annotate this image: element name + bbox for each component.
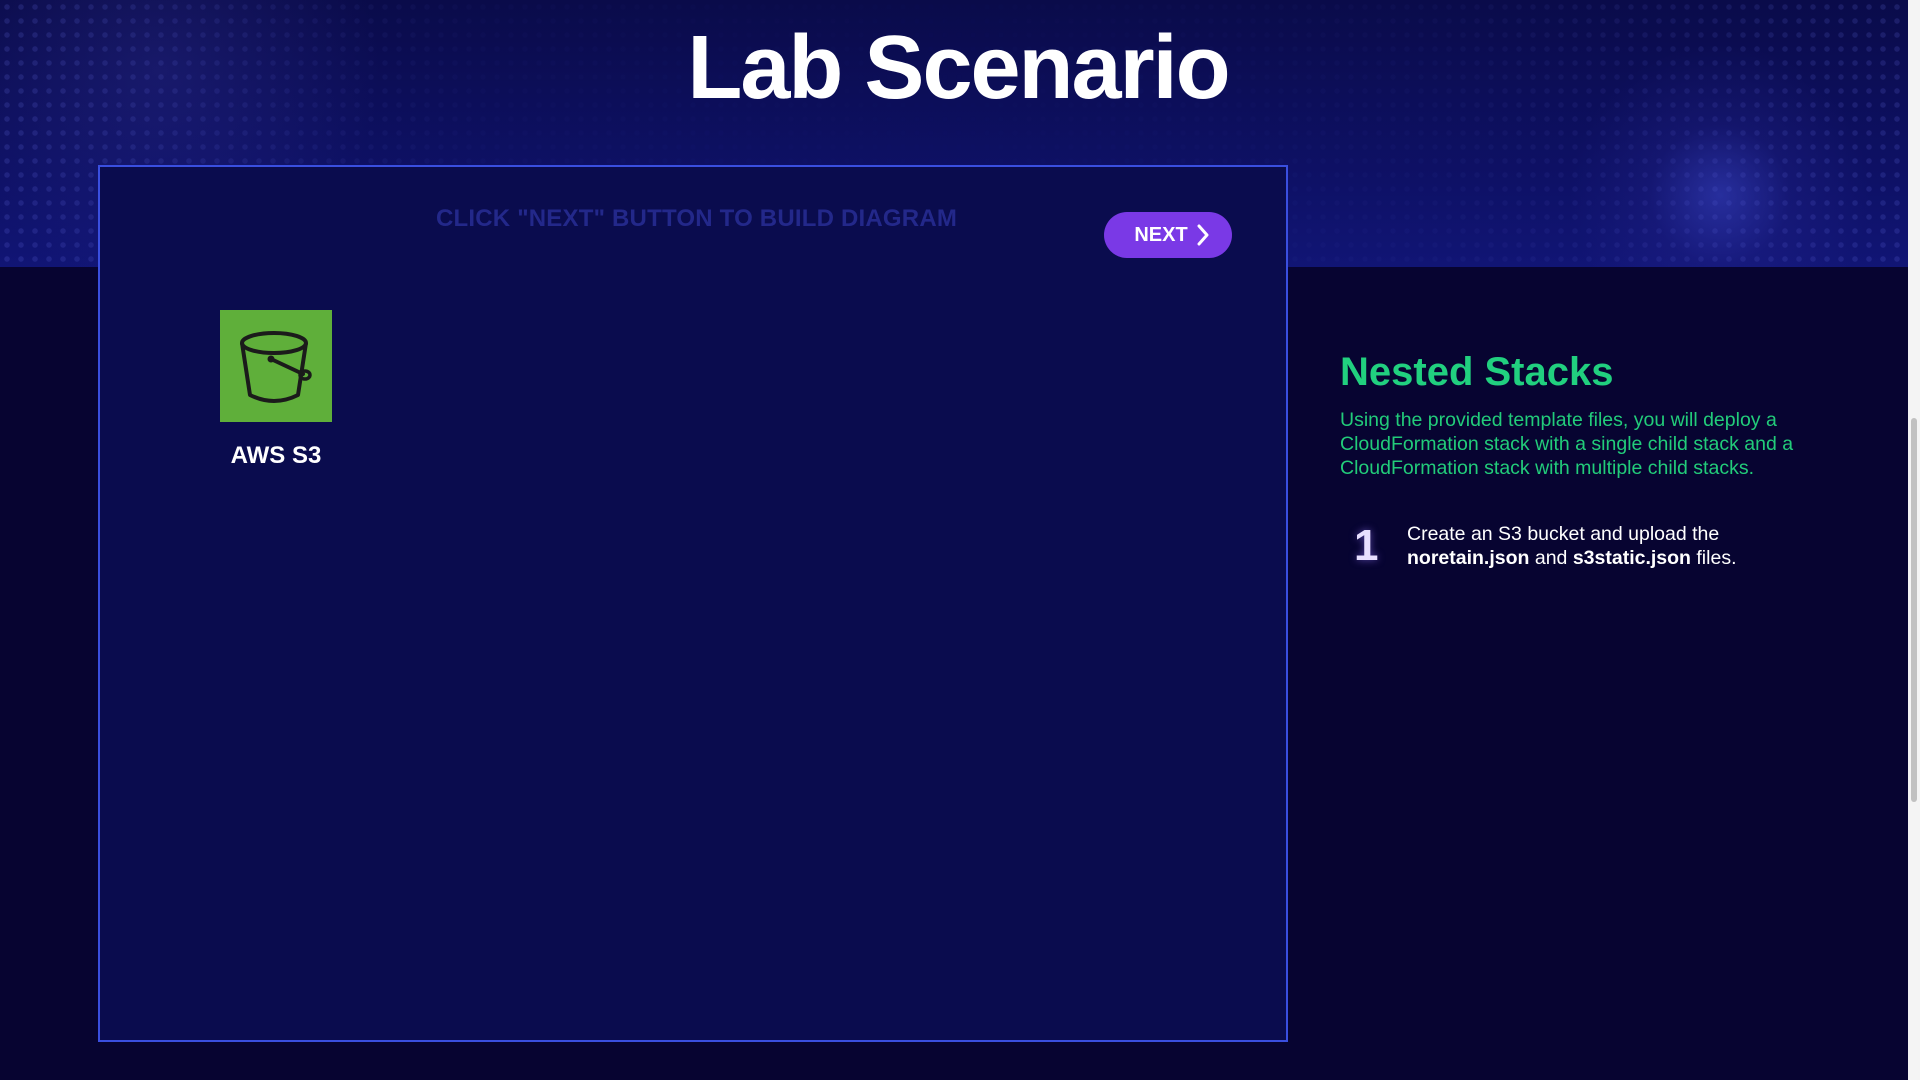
step-item: 1 Create an S3 bucket and upload the nore… bbox=[1340, 521, 1880, 582]
step-text: Create an S3 bucket and upload the noreta… bbox=[1407, 522, 1847, 570]
step-file-noretain: noretain.json bbox=[1407, 547, 1530, 569]
step-text-joiner: and bbox=[1534, 547, 1568, 569]
s3-bucket-icon bbox=[220, 310, 332, 422]
diagram-panel: CLICK "NEXT" BUTTON TO BUILD DIAGRAM NEX… bbox=[98, 165, 1288, 1042]
page-title: Lab Scenario bbox=[687, 18, 1230, 118]
page-scrollbar-thumb[interactable] bbox=[1911, 418, 1917, 802]
step-number: 1 bbox=[1354, 521, 1379, 570]
diagram-hint: CLICK "NEXT" BUTTON TO BUILD DIAGRAM bbox=[436, 205, 958, 232]
section-title: Nested Stacks bbox=[1340, 350, 1614, 394]
section-description: Using the provided template files, you w… bbox=[1340, 409, 1794, 479]
s3-node: AWS S3 bbox=[220, 310, 332, 470]
lab-page: Lab Scenario CLICK "NEXT" BUTTON TO BUIL… bbox=[0, 0, 1920, 1080]
info-panel: Nested Stacks Using the provided templat… bbox=[1340, 344, 1880, 582]
chevron-right-icon bbox=[1196, 224, 1210, 246]
step-text-after: files. bbox=[1696, 547, 1737, 569]
s3-label: AWS S3 bbox=[230, 442, 322, 469]
step-text-before: Create an S3 bucket and upload the bbox=[1407, 523, 1720, 545]
step-file-s3static: s3static.json bbox=[1572, 547, 1691, 569]
next-button[interactable]: NEXT bbox=[1104, 212, 1232, 258]
next-button-label: NEXT bbox=[1134, 223, 1188, 246]
